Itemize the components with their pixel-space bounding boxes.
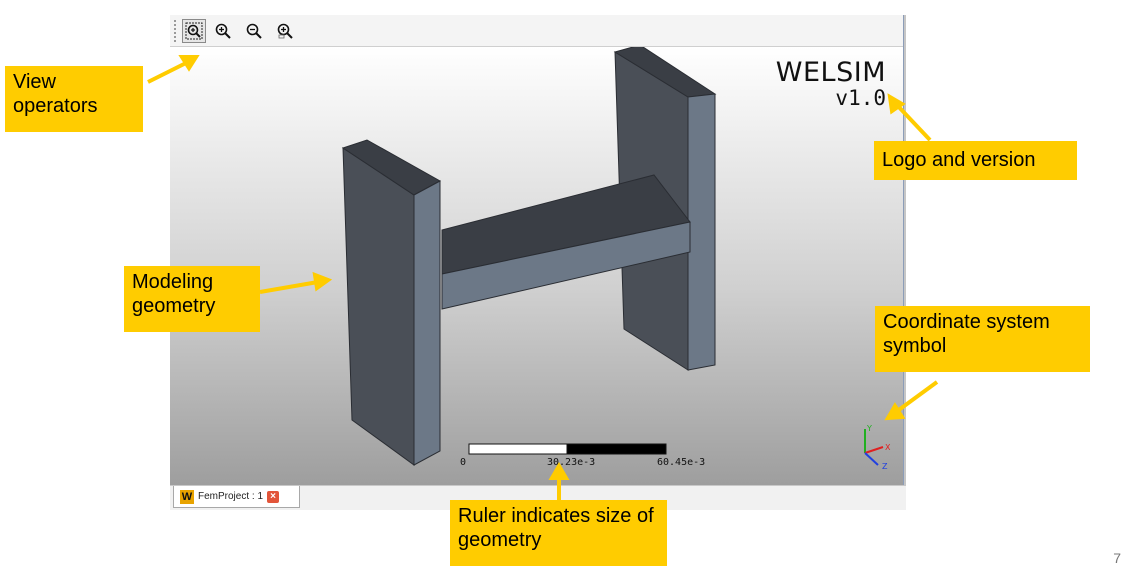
callout-ruler: Ruler indicates size of geometry	[450, 500, 667, 566]
callout-modeling-geometry: Modeling geometry	[124, 266, 260, 332]
page-number: 7	[1113, 550, 1121, 566]
callout-view-operators: View operators	[5, 66, 143, 132]
callout-coordinate-system: Coordinate system symbol	[875, 306, 1090, 372]
callout-logo-version: Logo and version	[874, 141, 1077, 180]
